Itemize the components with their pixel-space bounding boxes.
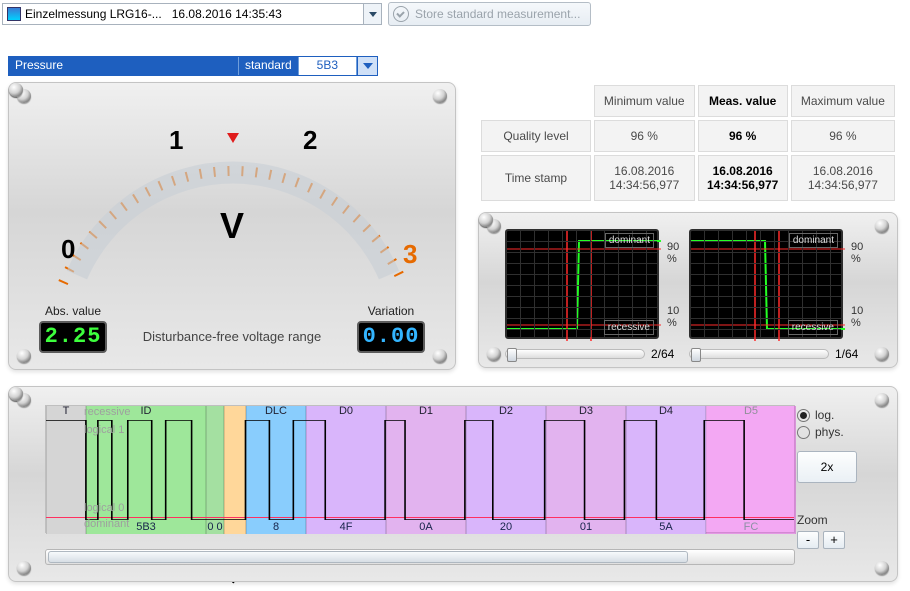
zoom-2x-button[interactable]: 2x — [797, 451, 857, 483]
scope-rising: dominant recessive 90 % 10 % — [505, 229, 659, 339]
zoom-label: Zoom — [797, 513, 875, 527]
quality-min: 96 % — [594, 120, 695, 152]
variation-label: Variation — [357, 304, 425, 318]
app-icon — [7, 7, 21, 21]
voltage-gauge-panel: 0 1 2 3 V Disturbance-free voltage range… — [8, 82, 456, 370]
scope1-fraction: 2/64 — [651, 347, 674, 361]
filter-field: Pressure — [9, 57, 239, 75]
time-max: 16.08.201614:34:56,977 — [791, 155, 895, 201]
check-circle-icon — [393, 6, 409, 22]
filter-id: 5B3 — [299, 57, 357, 75]
scope-recessive-label: recessive — [788, 320, 838, 335]
svg-text:2: 2 — [303, 125, 317, 155]
scope-dominant-label: dominant — [789, 233, 838, 248]
measurement-name: Einzelmessung LRG16-... — [25, 7, 162, 21]
quality-max: 96 % — [791, 120, 895, 152]
svg-text:1: 1 — [169, 125, 183, 155]
store-label: Store standard measurement... — [415, 7, 580, 21]
gauge-unit: V — [9, 208, 455, 244]
row-dominant: dominant — [84, 518, 154, 530]
chevron-down-icon[interactable] — [363, 4, 381, 24]
abs-value-display: 2.25 — [39, 321, 107, 353]
row-logical0: logical 0 — [84, 502, 154, 514]
col-min: Minimum value — [594, 85, 695, 117]
scope1-slider[interactable] — [505, 349, 645, 359]
col-meas: Meas. value — [698, 85, 788, 117]
frame-timeline-panel: T ID5B3 0 0 DLC8 D04F D10A D220 D301 D45… — [8, 386, 898, 582]
col-max: Maximum value — [791, 85, 895, 117]
measurement-stats-table: Minimum value Meas. value Maximum value … — [478, 82, 898, 204]
scope-dominant-label: dominant — [605, 233, 654, 248]
mode-physical-radio[interactable]: phys. — [797, 425, 875, 439]
measurement-timestamp: 16.08.2016 14:35:43 — [172, 7, 282, 21]
time-min: 16.08.201614:34:56,977 — [594, 155, 695, 201]
timeline-scrollbar[interactable] — [45, 549, 795, 565]
scope2-slider[interactable] — [689, 349, 829, 359]
radio-icon — [797, 409, 810, 422]
scope2-fraction: 1/64 — [835, 347, 858, 361]
variation-display: 0.00 — [357, 321, 425, 353]
radio-icon — [797, 426, 810, 439]
scope-falling: dominant recessive 90 % 10 % — [689, 229, 843, 339]
row-logical1: logical 1 — [84, 424, 154, 436]
edge-scope-panel: dominant recessive 90 % 10 % dominant re… — [478, 212, 898, 368]
store-standard-measurement-button[interactable]: Store standard measurement... — [388, 2, 591, 26]
zoom-in-button[interactable]: + — [823, 531, 845, 549]
time-meas: 16.08.201614:34:56,977 — [698, 155, 788, 201]
timeline-canvas[interactable]: T ID5B3 0 0 DLC8 D04F D10A D220 D301 D45… — [45, 405, 795, 533]
row-recessive: recessive — [84, 406, 154, 418]
signal-filter-select[interactable]: Pressure standard 5B3 — [8, 56, 378, 76]
abs-value-label: Abs. value — [39, 304, 107, 318]
zoom-out-button[interactable]: - — [797, 531, 819, 549]
row-quality-label: Quality level — [481, 120, 591, 152]
measurement-select[interactable]: Einzelmessung LRG16-... 16.08.2016 14:35… — [2, 3, 382, 25]
row-time-label: Time stamp — [481, 155, 591, 201]
chevron-down-icon[interactable] — [357, 57, 377, 75]
quality-meas: 96 % — [698, 120, 788, 152]
filter-mode: standard — [239, 57, 299, 75]
scope-recessive-label: recessive — [604, 320, 654, 335]
mode-logical-radio[interactable]: log. — [797, 408, 875, 422]
gauge-face: 0 1 2 3 — [27, 93, 439, 313]
